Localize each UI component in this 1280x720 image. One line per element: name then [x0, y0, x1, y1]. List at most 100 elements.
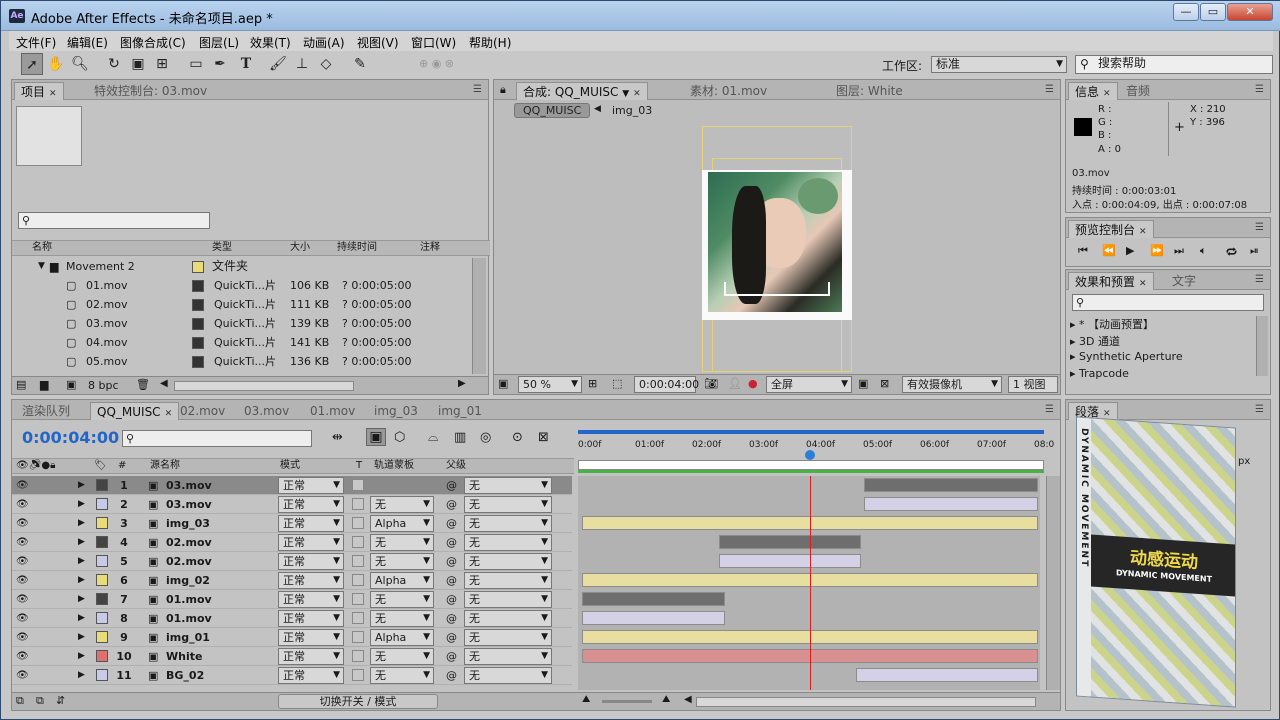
- panel-menu-icon[interactable]: ☰: [473, 84, 482, 95]
- layer-expand-arrow-icon[interactable]: ▶: [78, 666, 85, 685]
- parent-select[interactable]: 无 ▼: [464, 496, 552, 513]
- layer-mode-select[interactable]: 正常 ▼: [278, 477, 344, 494]
- parent-select[interactable]: 无 ▼: [464, 572, 552, 589]
- layer-row[interactable]: 👁︎ ▶ 7 ▣ 01.mov 正常 ▼ 无 ▼ @ 无 ▼: [12, 590, 572, 609]
- layer-row[interactable]: 👁︎ ▶ 6 ▣ img_02 正常 ▼ Alpha ▼ @ 无 ▼: [12, 571, 572, 590]
- pick-whip-icon[interactable]: @: [446, 590, 457, 609]
- layer-expand-arrow-icon[interactable]: ▶: [78, 476, 85, 495]
- layer-mode-select[interactable]: 正常 ▼: [278, 610, 344, 627]
- preserve-transparency-checkbox[interactable]: [352, 669, 364, 681]
- new-folder-icon[interactable]: ▆: [40, 378, 48, 391]
- layer-duration-bar[interactable]: [855, 668, 1038, 682]
- tab-img01[interactable]: img_01: [432, 402, 488, 420]
- parent-select[interactable]: 无 ▼: [464, 648, 552, 665]
- layer-label-swatch[interactable]: [96, 669, 108, 681]
- comp-mini-flowchart-icon[interactable]: ⇹: [332, 430, 343, 445]
- playhead-line[interactable]: [810, 476, 811, 690]
- layer-expand-arrow-icon[interactable]: ▶: [78, 514, 85, 533]
- layer-mode-select[interactable]: 正常 ▼: [278, 496, 344, 513]
- bpc-toggle[interactable]: 8 bpc: [88, 379, 119, 392]
- play-icon[interactable]: ▶: [1126, 244, 1134, 257]
- visibility-eye-icon[interactable]: 👁︎: [16, 666, 29, 685]
- layer-expand-arrow-icon[interactable]: ▶: [78, 533, 85, 552]
- breadcrumb-comp[interactable]: QQ_MUISC: [514, 103, 591, 118]
- zoom-out-icon[interactable]: ⛰: [582, 694, 590, 705]
- views-select[interactable]: 1 视图: [1008, 376, 1058, 393]
- snapshot-icon[interactable]: 📷︎: [704, 377, 718, 390]
- col-source-name[interactable]: 源名称: [150, 459, 180, 473]
- parent-select[interactable]: 无 ▼: [464, 477, 552, 494]
- project-item-row[interactable]: ▢ 01.mov QuickTi...片 106 KB ? 0:00:05:00: [24, 276, 486, 295]
- expand-timing-icon[interactable]: ⇵: [56, 694, 65, 707]
- pick-whip-icon[interactable]: @: [446, 666, 457, 685]
- preserve-transparency-checkbox[interactable]: [352, 631, 364, 643]
- roi-icon[interactable]: ▣: [858, 377, 868, 390]
- layer-label-swatch[interactable]: [96, 555, 108, 567]
- layer-mode-select[interactable]: 正常 ▼: [278, 591, 344, 608]
- layer-name[interactable]: 01.mov: [166, 590, 212, 609]
- layer-label-swatch[interactable]: [96, 593, 108, 605]
- layer-label-swatch[interactable]: [96, 612, 108, 624]
- layer-name[interactable]: 01.mov: [166, 609, 212, 628]
- layer-expand-arrow-icon[interactable]: ▶: [78, 647, 85, 666]
- eraser-tool-icon[interactable]: ◇: [315, 53, 337, 75]
- pick-whip-icon[interactable]: @: [446, 533, 457, 552]
- scroll-left-icon[interactable]: ◀: [160, 378, 168, 389]
- project-item-row[interactable]: ▢ 04.mov QuickTi...片 141 KB ? 0:00:05:00: [24, 333, 486, 352]
- camera-select[interactable]: 有效摄像机 ▼: [902, 376, 1002, 393]
- frame-blend-icon[interactable]: ▥: [454, 430, 466, 445]
- col-name[interactable]: 名称: [32, 241, 52, 255]
- layer-mode-select[interactable]: 正常 ▼: [278, 515, 344, 532]
- layer-expand-arrow-icon[interactable]: ▶: [78, 609, 85, 628]
- layer-label-swatch[interactable]: [96, 479, 108, 491]
- timeline-scrollbar[interactable]: [1046, 476, 1060, 690]
- time-navigator[interactable]: [578, 460, 1044, 470]
- interpret-footage-icon[interactable]: ▤: [16, 378, 26, 391]
- layer-label-swatch[interactable]: [96, 650, 108, 662]
- track-matte-select[interactable]: 无 ▼: [370, 591, 434, 608]
- layer-row[interactable]: 👁︎ ▶ 10 ▣ White 正常 ▼ 无 ▼ @ 无 ▼: [12, 647, 572, 666]
- panel-menu-icon[interactable]: ☰: [1255, 404, 1264, 415]
- layer-row[interactable]: 👁︎ ▶ 4 ▣ 02.mov 正常 ▼ 无 ▼ @ 无 ▼: [12, 533, 572, 552]
- camera-tool-icon[interactable]: ▣: [127, 53, 149, 75]
- prev-frame-icon[interactable]: ⏪: [1102, 244, 1116, 257]
- layer-row[interactable]: 👁︎ ▶ 3 ▣ img_03 正常 ▼ Alpha ▼ @ 无 ▼: [12, 514, 572, 533]
- tab-footage[interactable]: 素材: 01.mov: [684, 82, 773, 100]
- layer-duration-bar[interactable]: [864, 497, 1038, 511]
- layer-name[interactable]: 02.mov: [166, 533, 212, 552]
- project-scrollbar[interactable]: [472, 258, 486, 374]
- track-matte-select[interactable]: 无 ▼: [370, 534, 434, 551]
- effects-scrollbar[interactable]: [1256, 316, 1268, 376]
- tab-img03[interactable]: img_03: [368, 402, 424, 420]
- preserve-transparency-checkbox[interactable]: [352, 555, 364, 567]
- preserve-transparency-checkbox[interactable]: [352, 612, 364, 624]
- zoom-slider[interactable]: [602, 700, 652, 703]
- col-t[interactable]: T: [356, 459, 362, 473]
- layer-duration-bar[interactable]: [718, 535, 862, 549]
- tab-character[interactable]: 文字: [1166, 272, 1202, 290]
- pick-whip-icon[interactable]: @: [446, 514, 457, 533]
- track-matte-select[interactable]: Alpha ▼: [370, 515, 434, 532]
- track-matte-select[interactable]: 无 ▼: [370, 610, 434, 627]
- col-type[interactable]: 类型: [212, 241, 232, 255]
- resolution-select[interactable]: 全屏 ▼: [766, 376, 852, 393]
- pen-tool-icon[interactable]: ✒: [209, 53, 231, 75]
- effects-item[interactable]: ▸ Synthetic Aperture: [1070, 350, 1256, 367]
- preserve-transparency-checkbox[interactable]: [352, 650, 364, 662]
- parent-select[interactable]: 无 ▼: [464, 667, 552, 684]
- track-matte-select[interactable]: 无 ▼: [370, 667, 434, 684]
- layer-label-swatch[interactable]: [96, 498, 108, 510]
- col-comment[interactable]: 注释: [420, 241, 440, 255]
- menu-edit[interactable]: 编辑(E): [67, 34, 108, 51]
- parent-select[interactable]: 无 ▼: [464, 515, 552, 532]
- layer-duration-bar[interactable]: [582, 592, 725, 606]
- zoom-tool-icon[interactable]: 🔍︎: [69, 53, 91, 75]
- last-frame-icon[interactable]: ⏭: [1174, 244, 1184, 258]
- parent-select[interactable]: 无 ▼: [464, 591, 552, 608]
- menu-effect[interactable]: 效果(T): [250, 34, 291, 51]
- next-frame-icon[interactable]: ⏩: [1150, 244, 1164, 257]
- magnification-select[interactable]: 50 % ▼: [518, 376, 582, 393]
- ram-preview-icon[interactable]: ⏯: [1250, 244, 1259, 258]
- visibility-eye-icon[interactable]: 👁︎: [16, 571, 29, 590]
- effects-search-input[interactable]: ⚲: [1072, 294, 1264, 311]
